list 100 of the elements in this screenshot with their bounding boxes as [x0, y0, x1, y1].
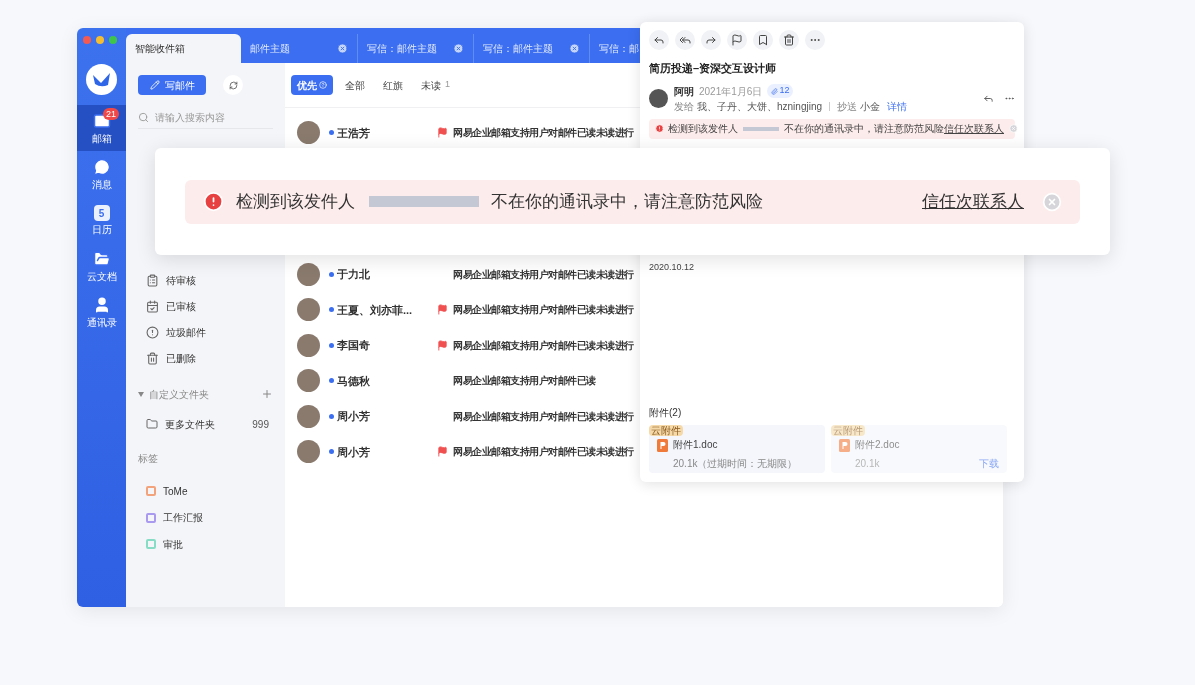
- alert-icon: [655, 124, 664, 133]
- mail-body-date: 2020.10.12: [649, 260, 696, 274]
- chat-icon: [92, 158, 111, 176]
- mail-preview[interactable]: 网易企业邮箱支持用户对邮件已读未读进行: [453, 444, 634, 460]
- nav-item[interactable]: 消息: [77, 151, 126, 197]
- redacted-address: [743, 126, 779, 131]
- details-link[interactable]: 详情: [887, 98, 908, 114]
- file-name: 附件2.doc: [855, 438, 900, 452]
- mail-preview[interactable]: 网易企业邮箱支持用户对邮件已读未读进行: [453, 302, 634, 318]
- nav-item[interactable]: 云文档: [77, 243, 126, 289]
- sender-name[interactable]: 马德秋: [337, 372, 437, 389]
- sender-name[interactable]: 于力北: [337, 266, 437, 283]
- reply-all-icon: [679, 34, 691, 46]
- flag-icon: [731, 34, 743, 46]
- search-icon: [138, 112, 149, 123]
- avatar-placeholder: [297, 298, 320, 322]
- calendar-icon: 5: [93, 205, 110, 221]
- mail-subject: 简历投递–资深交互设计师: [649, 61, 778, 76]
- forward-icon: [705, 34, 717, 46]
- trust-contact-link[interactable]: 信任次联系人: [944, 121, 1004, 136]
- recipients: 我、子丹、大饼、hzningjing: [697, 99, 823, 114]
- folder-item[interactable]: 垃圾邮件: [138, 319, 273, 345]
- avatar-placeholder: [297, 369, 320, 393]
- file-icon: [839, 439, 850, 452]
- sender-name[interactable]: 王浩芳: [337, 124, 437, 141]
- folder-icon: [92, 250, 111, 268]
- sender-name[interactable]: 周小芳: [337, 408, 437, 425]
- cc-label: 抄送: [837, 99, 858, 114]
- avatar-placeholder: [297, 121, 320, 145]
- folder-item[interactable]: 更多文件夹 999: [138, 407, 273, 441]
- filter-tab[interactable]: 未读 1: [415, 75, 456, 95]
- mail-preview[interactable]: 网易企业邮箱支持用户对邮件已读未读进行: [453, 125, 634, 141]
- compose-button[interactable]: 写邮件: [138, 75, 206, 95]
- file-meta: 20.1k: [855, 457, 880, 471]
- warning-text: 检测到该发件人: [236, 190, 355, 213]
- delete-button[interactable]: [779, 30, 799, 50]
- section-title: 自定义文件夹: [149, 387, 210, 402]
- search-field[interactable]: 请输入搜索内容: [155, 110, 270, 125]
- trash-icon: [146, 351, 159, 365]
- sender-name[interactable]: 周小芳: [337, 443, 437, 460]
- nav-item[interactable]: 邮箱 21: [77, 105, 126, 151]
- mail-date: 2021年1月6日: [699, 84, 763, 99]
- expand-caret-icon[interactable]: [138, 391, 144, 397]
- refresh-icon: [228, 80, 238, 90]
- flag-button[interactable]: [727, 30, 747, 50]
- folder-item[interactable]: 待审核: [138, 267, 273, 293]
- cloud-attachment-badge: 云附件: [649, 425, 683, 436]
- add-icon[interactable]: [261, 388, 273, 400]
- warning-text: 不在你的通讯录中，请注意防范风险: [491, 190, 763, 213]
- folder-item[interactable]: 已删除: [138, 345, 273, 371]
- file-meta: 20.1k（过期时间：无期限）: [673, 457, 798, 471]
- tag-item[interactable]: 工作汇报: [138, 504, 273, 531]
- more-button[interactable]: [805, 30, 825, 50]
- bookmark-icon: [757, 34, 769, 46]
- close-tab-icon[interactable]: [337, 43, 348, 54]
- section-title: 标签: [138, 452, 159, 466]
- avatar-placeholder: [297, 440, 320, 464]
- nav-item[interactable]: 通讯录: [77, 289, 126, 335]
- refresh-button[interactable]: [223, 75, 243, 95]
- window-tab[interactable]: 智能收件箱: [126, 34, 241, 63]
- tag-item[interactable]: ToMe: [138, 478, 273, 505]
- reply-button[interactable]: [649, 30, 669, 50]
- tag-item[interactable]: 审批: [138, 531, 273, 558]
- sender-name: 阿明: [674, 84, 694, 99]
- alert-icon: [146, 325, 159, 339]
- mail-preview[interactable]: 网易企业邮箱支持用户对邮件已读: [453, 373, 596, 389]
- reply-icon[interactable]: [983, 93, 994, 104]
- forward-button[interactable]: [701, 30, 721, 50]
- reply-all-button[interactable]: [675, 30, 695, 50]
- file-name: 附件1.doc: [673, 438, 718, 452]
- filter-tab[interactable]: 优先: [291, 75, 333, 95]
- cc-recipients: 小金: [860, 99, 881, 114]
- filter-tab[interactable]: 全部: [339, 75, 371, 95]
- folder-icon: [146, 418, 158, 430]
- attachment-badge: 12: [767, 84, 794, 98]
- close-tab-icon[interactable]: [453, 43, 464, 54]
- attachment-card[interactable]: 云附件 附件1.doc 20.1k（过期时间：无期限）: [649, 425, 825, 473]
- delete-icon: [783, 34, 795, 46]
- filter-tab[interactable]: 红旗: [377, 75, 409, 95]
- mail-preview[interactable]: 网易企业邮箱支持用户对邮件已读未读进行: [453, 408, 634, 424]
- nav-item[interactable]: 5 日历: [77, 197, 126, 243]
- close-tab-icon[interactable]: [569, 43, 580, 54]
- avatar-placeholder: [297, 262, 320, 286]
- recipients-label: 发给: [674, 99, 694, 114]
- folder-item[interactable]: 已审核: [138, 293, 273, 319]
- pencil-icon: [149, 80, 160, 90]
- bookmark-button[interactable]: [753, 30, 773, 50]
- cloud-attachment-badge: 云附件: [831, 425, 865, 436]
- avatar-placeholder: [649, 89, 668, 108]
- warning-text: 不在你的通讯录中，请注意防范风险: [784, 122, 944, 136]
- app-logo: [86, 64, 117, 95]
- sender-name[interactable]: 王夏、刘亦菲...: [337, 301, 437, 318]
- alert-icon: [203, 191, 224, 212]
- trust-contact-link[interactable]: 信任次联系人: [922, 188, 1024, 215]
- unread-badge: 21: [103, 108, 119, 120]
- window-tab[interactable]: 邮件主题: [241, 34, 357, 63]
- mail-preview[interactable]: 网易企业邮箱支持用户对邮件已读未读进行: [453, 266, 634, 282]
- mail-preview[interactable]: 网易企业邮箱支持用户对邮件已读未读进行: [453, 337, 634, 353]
- sender-name[interactable]: 李国奇: [337, 337, 437, 354]
- avatar-placeholder: [297, 404, 320, 428]
